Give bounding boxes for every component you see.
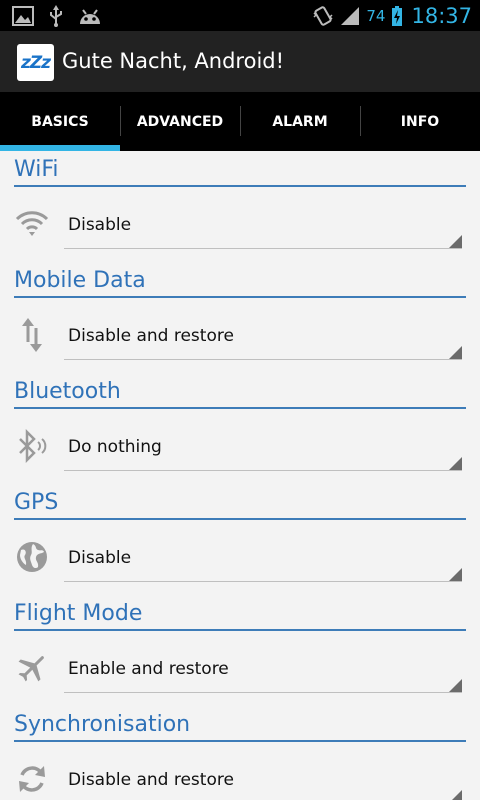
tab-advanced[interactable]: ADVANCED	[120, 92, 240, 151]
wifi-spinner[interactable]: Disable	[64, 205, 462, 249]
section-title: Mobile Data	[14, 268, 146, 293]
status-bar: 74 18:37	[0, 0, 480, 31]
section-gps: GPS Disable	[0, 484, 480, 595]
spinner-value: Enable and restore	[68, 659, 229, 679]
section-synchronisation: Synchronisation Disable and restore	[0, 706, 480, 800]
airplane-icon	[14, 650, 50, 686]
usb-notification-icon	[48, 5, 64, 27]
section-header: WiFi	[14, 155, 466, 187]
spinner-value: Do nothing	[68, 437, 162, 457]
wifi-icon	[14, 206, 50, 242]
section-title: Synchronisation	[14, 712, 191, 737]
spinner-value: Disable	[68, 215, 132, 235]
dropdown-arrow-icon	[449, 346, 462, 359]
spinner-value: Disable and restore	[68, 326, 234, 346]
settings-list[interactable]: WiFi Disable Mobile Data Disable and res…	[0, 151, 480, 800]
section-flight-mode: Flight Mode Enable and restore	[0, 595, 480, 706]
app-title: Gute Nacht, Android!	[62, 49, 285, 73]
mobile-data-spinner[interactable]: Disable and restore	[64, 316, 462, 360]
clock: 18:37	[411, 3, 472, 28]
battery-level: 74	[366, 6, 386, 25]
app-icon[interactable]: zZz	[17, 44, 54, 81]
tab-basics[interactable]: BASICS	[0, 92, 120, 151]
section-title: Bluetooth	[14, 379, 121, 404]
section-header: GPS	[14, 488, 466, 520]
gps-spinner[interactable]: Disable	[64, 538, 462, 582]
synchronisation-spinner[interactable]: Disable and restore	[64, 760, 462, 800]
system-icons: 74 18:37	[312, 2, 472, 29]
tab-info[interactable]: INFO	[360, 92, 480, 151]
section-bluetooth: Bluetooth Do nothing	[0, 373, 480, 484]
spinner-value: Disable	[68, 548, 132, 568]
gallery-notification-icon	[12, 6, 34, 26]
section-header: Synchronisation	[14, 710, 466, 742]
bluetooth-spinner[interactable]: Do nothing	[64, 427, 462, 471]
dropdown-arrow-icon	[449, 568, 462, 581]
section-header: Flight Mode	[14, 599, 466, 631]
android-debug-icon	[78, 6, 102, 26]
mobile-data-icon	[14, 317, 50, 353]
section-title: WiFi	[14, 157, 59, 182]
dropdown-arrow-icon	[449, 790, 462, 800]
vibrate-icon	[312, 5, 334, 27]
bluetooth-icon	[14, 428, 50, 464]
section-mobile-data: Mobile Data Disable and restore	[0, 262, 480, 373]
globe-icon	[14, 539, 50, 575]
section-header: Bluetooth	[14, 377, 466, 409]
section-header: Mobile Data	[14, 266, 466, 298]
section-title: Flight Mode	[14, 601, 143, 626]
section-wifi: WiFi Disable	[0, 151, 480, 262]
notification-icons	[12, 4, 102, 28]
dropdown-arrow-icon	[449, 235, 462, 248]
section-title: GPS	[14, 490, 59, 515]
sync-icon	[14, 761, 50, 797]
dropdown-arrow-icon	[449, 679, 462, 692]
flight-mode-spinner[interactable]: Enable and restore	[64, 649, 462, 693]
signal-icon	[340, 6, 360, 26]
dropdown-arrow-icon	[449, 457, 462, 470]
spinner-value: Disable and restore	[68, 770, 234, 790]
tab-alarm[interactable]: ALARM	[240, 92, 360, 151]
battery-charging-icon	[391, 5, 403, 27]
action-bar: zZz Gute Nacht, Android!	[0, 31, 480, 92]
tab-bar: BASICS ADVANCED ALARM INFO	[0, 92, 480, 151]
